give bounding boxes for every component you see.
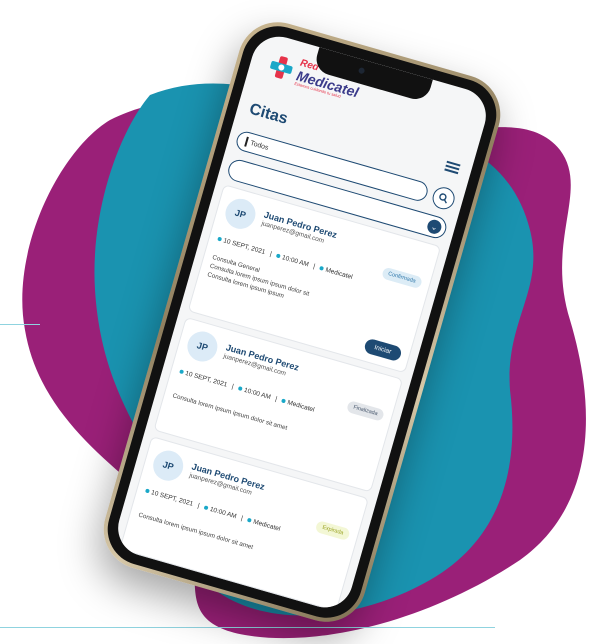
dot-icon <box>144 488 150 494</box>
text-caret <box>244 136 249 147</box>
date-text: 10 SEPT, 2021 <box>217 236 266 256</box>
hamburger-menu-icon[interactable] <box>444 160 461 174</box>
dot-icon <box>179 369 185 375</box>
start-button[interactable]: Iniciar <box>362 337 403 363</box>
dot-icon <box>237 386 243 392</box>
place-text: Medicatel <box>247 517 281 533</box>
date-text: 10 SEPT, 2021 <box>179 368 228 389</box>
dot-icon <box>217 236 223 242</box>
dot-icon <box>275 253 281 259</box>
place-text: Medicatel <box>281 398 315 414</box>
decorative-line-bottom <box>0 627 495 628</box>
date-text: 10 SEPT, 2021 <box>144 488 194 508</box>
time-text: 10:00 AM <box>275 252 309 268</box>
dot-icon <box>247 517 253 523</box>
place-text: Medicatel <box>319 265 353 281</box>
dot-icon <box>319 265 325 271</box>
medical-cross-icon <box>265 51 297 83</box>
search-icon <box>439 193 447 204</box>
page-title: Citas <box>247 100 290 128</box>
decorative-line-left <box>0 324 40 325</box>
camera-icon <box>357 66 366 75</box>
time-text: 10:00 AM <box>237 385 271 401</box>
search-button[interactable] <box>429 184 458 212</box>
dot-icon <box>281 398 287 404</box>
search-input-value: Todos <box>249 139 270 152</box>
description-line: Consulta lorem ipsum ipsum dolor sit <box>208 262 311 298</box>
chevron-down-icon[interactable]: ⌄ <box>425 218 444 236</box>
avatar: JP <box>149 447 187 485</box>
avatar: JP <box>183 327 221 366</box>
time-text: 10:00 AM <box>203 504 237 520</box>
avatar: JP <box>221 195 259 233</box>
dot-icon <box>203 505 209 511</box>
